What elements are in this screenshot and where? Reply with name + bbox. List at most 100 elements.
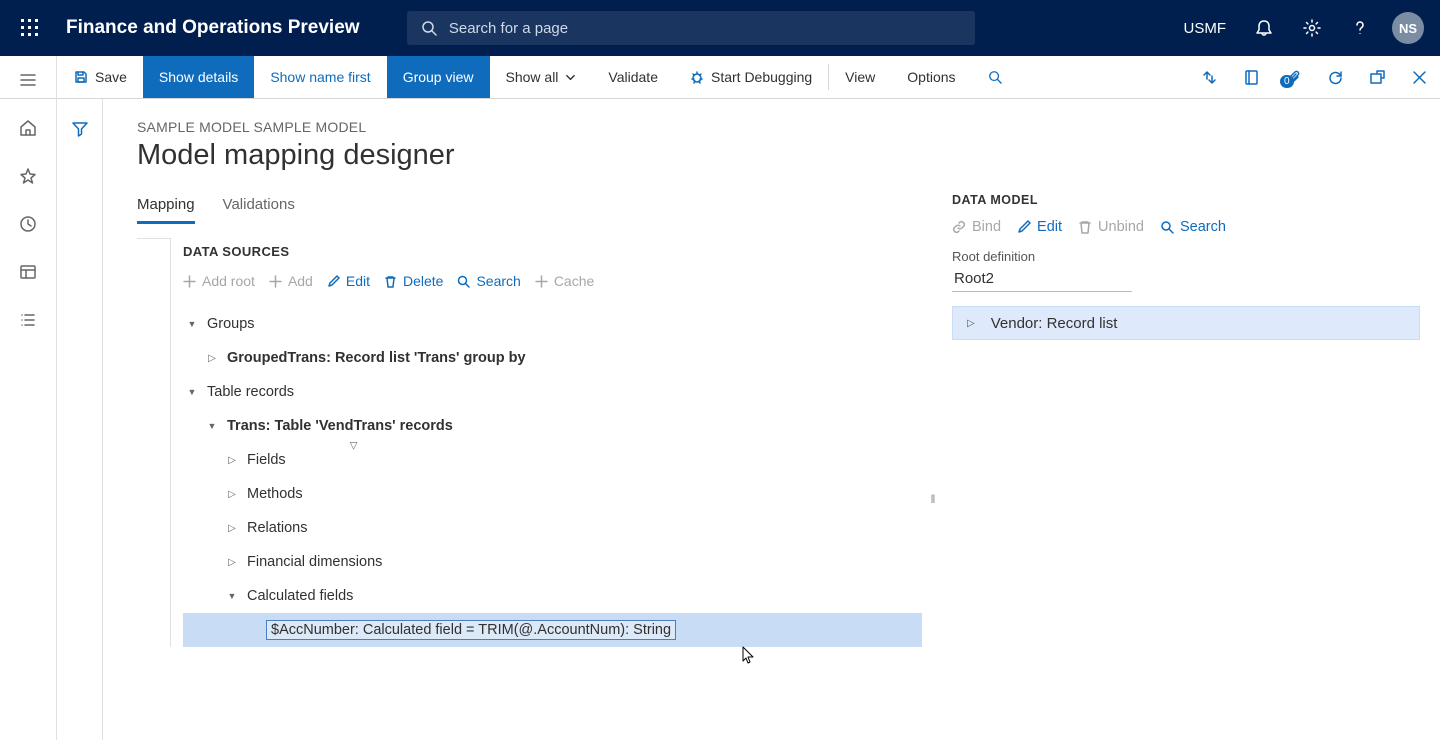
page-tabs: Mapping Validations xyxy=(137,196,922,224)
show-name-first-button[interactable]: Show name first xyxy=(254,56,386,98)
ds-types-gutter[interactable]: ▷ xyxy=(137,238,171,647)
expand-toggle[interactable] xyxy=(227,557,237,568)
expand-toggle[interactable] xyxy=(227,455,237,466)
top-navbar: Finance and Operations Preview Search fo… xyxy=(0,0,1440,56)
tree-node-relations[interactable]: Relations xyxy=(183,511,922,545)
add-button[interactable]: Add xyxy=(269,273,313,289)
user-avatar[interactable]: NS xyxy=(1392,12,1424,44)
global-search[interactable]: Search for a page xyxy=(407,11,975,45)
search-button[interactable]: Search xyxy=(457,273,520,289)
plus-icon xyxy=(535,275,548,288)
tree-node-groupedtrans[interactable]: GroupedTrans: Record list 'Trans' group … xyxy=(183,341,922,375)
tree-node-vendor[interactable]: ▷Vendor: Record list xyxy=(952,306,1420,340)
expand-toggle[interactable] xyxy=(227,523,237,534)
start-debugging-button[interactable]: Start Debugging xyxy=(674,56,828,98)
splitter-handle[interactable]: ‖ xyxy=(930,491,936,507)
view-button[interactable]: View xyxy=(829,56,891,98)
show-details-button[interactable]: Show details xyxy=(143,56,254,98)
app-title: Finance and Operations Preview xyxy=(66,17,360,39)
left-pane: SAMPLE MODEL SAMPLE MODEL Model mapping … xyxy=(137,119,942,740)
add-root-button[interactable]: Add root xyxy=(183,273,255,289)
search-placeholder: Search for a page xyxy=(449,20,568,37)
save-icon xyxy=(74,70,88,84)
tab-mapping[interactable]: Mapping xyxy=(137,196,195,224)
right-pane: ‖ DATA MODEL Bind Edit Unbind Search Roo… xyxy=(942,119,1440,740)
settings-icon[interactable] xyxy=(1290,0,1334,56)
search-icon xyxy=(1160,220,1174,234)
popout-icon[interactable] xyxy=(1356,69,1398,86)
edit-button[interactable]: Edit xyxy=(1017,219,1062,235)
help-icon[interactable] xyxy=(1338,0,1382,56)
save-button[interactable]: Save xyxy=(58,56,143,98)
trash-icon xyxy=(1078,220,1092,234)
expand-toggle[interactable] xyxy=(187,319,197,329)
tree-node-groups[interactable]: Groups xyxy=(183,307,922,341)
plus-icon xyxy=(269,275,282,288)
modules-icon[interactable] xyxy=(0,296,57,344)
root-definition-value[interactable]: Root2 xyxy=(952,266,1132,292)
unbind-button[interactable]: Unbind xyxy=(1078,219,1144,235)
attachments-icon[interactable]: 0 xyxy=(1272,69,1314,86)
filter-icon[interactable] xyxy=(72,121,88,137)
refresh-icon[interactable] xyxy=(1314,69,1356,86)
datasources-toolbar: Add root Add Edit Delete Search Cache xyxy=(171,267,922,297)
expand-toggle[interactable] xyxy=(227,489,237,500)
workspaces-icon[interactable] xyxy=(0,248,57,296)
search-icon xyxy=(988,70,1002,84)
notifications-icon[interactable] xyxy=(1242,0,1286,56)
close-icon[interactable] xyxy=(1398,69,1440,86)
expand-toggle[interactable] xyxy=(227,591,237,601)
left-rail xyxy=(0,56,57,740)
tree-node-financial-dimensions[interactable]: Financial dimensions xyxy=(183,545,922,579)
validate-button[interactable]: Validate xyxy=(592,56,674,98)
waffle-icon[interactable] xyxy=(10,19,50,37)
datamodel-toolbar: Bind Edit Unbind Search xyxy=(952,207,1420,247)
delete-button[interactable]: Delete xyxy=(384,273,443,289)
content-area: SAMPLE MODEL SAMPLE MODEL Model mapping … xyxy=(57,99,1440,740)
bind-button[interactable]: Bind xyxy=(952,219,1001,235)
debug-icon xyxy=(690,70,704,84)
filter-column xyxy=(57,99,103,740)
datasources-header: DATA SOURCES xyxy=(171,238,922,267)
tree-node-methods[interactable]: Methods xyxy=(183,477,922,511)
pencil-icon xyxy=(1017,220,1031,234)
attachments-badge: 0 xyxy=(1280,75,1294,88)
search-icon xyxy=(421,20,437,36)
edit-button[interactable]: Edit xyxy=(327,273,370,289)
office-icon[interactable] xyxy=(1230,69,1272,86)
page-title: Model mapping designer xyxy=(137,139,922,172)
search-button[interactable]: Search xyxy=(1160,219,1226,235)
chevron-down-icon xyxy=(565,72,576,83)
tree-node-trans[interactable]: Trans: Table 'VendTrans' records xyxy=(183,409,922,443)
recent-icon[interactable] xyxy=(0,200,57,248)
options-button[interactable]: Options xyxy=(891,56,971,98)
tab-validations[interactable]: Validations xyxy=(223,196,295,223)
breadcrumb: SAMPLE MODEL SAMPLE MODEL xyxy=(137,119,922,135)
datamodel-header: DATA MODEL xyxy=(952,193,1420,207)
datasources-tree: Groups GroupedTrans: Record list 'Trans'… xyxy=(171,297,922,647)
favorites-icon[interactable] xyxy=(0,152,57,200)
hamburger-icon[interactable] xyxy=(0,56,57,104)
cache-button[interactable]: Cache xyxy=(535,273,594,289)
home-icon[interactable] xyxy=(0,104,57,152)
caret-right-icon: ▷ xyxy=(0,442,359,450)
trash-icon xyxy=(384,275,397,288)
tree-node-table-records[interactable]: Table records xyxy=(183,375,922,409)
show-all-dropdown[interactable]: Show all xyxy=(490,56,593,98)
plus-icon xyxy=(183,275,196,288)
action-bar: Save Show details Show name first Group … xyxy=(0,56,1440,99)
pencil-icon xyxy=(327,275,340,288)
expand-toggle[interactable] xyxy=(207,421,217,431)
expand-toggle[interactable] xyxy=(187,387,197,397)
search-icon xyxy=(457,275,470,288)
connector-icon[interactable] xyxy=(1188,69,1230,86)
tree-node-calculated-fields[interactable]: Calculated fields xyxy=(183,579,922,613)
environment-label[interactable]: USMF xyxy=(1171,20,1238,37)
group-view-button[interactable]: Group view xyxy=(387,56,490,98)
tree-node-accnumber[interactable]: $AccNumber: Calculated field = TRIM(@.Ac… xyxy=(183,613,922,647)
find-button[interactable] xyxy=(972,56,1018,98)
expand-toggle[interactable]: ▷ xyxy=(967,318,975,329)
expand-toggle[interactable] xyxy=(207,353,217,364)
root-definition-label: Root definition xyxy=(952,249,1420,264)
link-icon xyxy=(952,220,966,234)
